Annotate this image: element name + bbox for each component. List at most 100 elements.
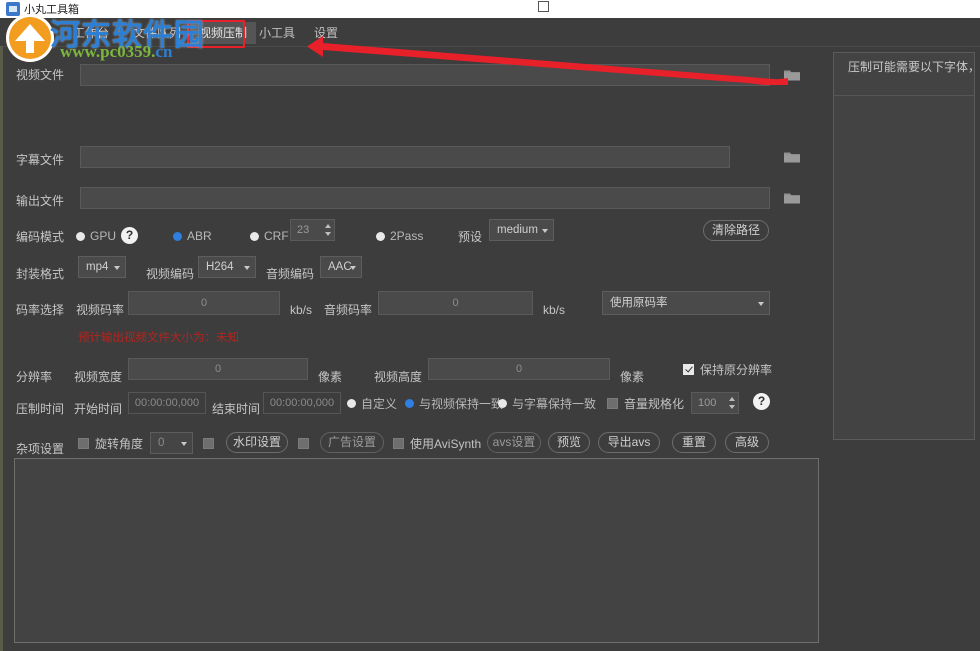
- radio-time-match-subtitle-dot: [498, 398, 507, 408]
- log-output-area[interactable]: [14, 458, 819, 643]
- radio-abr-dot: [173, 231, 182, 241]
- browse-subtitle-file-icon[interactable]: [783, 150, 801, 164]
- video-encoder-dropdown[interactable]: H264: [198, 256, 256, 278]
- maximize-icon[interactable]: [538, 1, 549, 12]
- label-audio-bitrate: 音频码率: [324, 303, 373, 317]
- font-requirement-heading: 压制可能需要以下字体，请: [848, 60, 974, 74]
- tab-tools[interactable]: 小工具: [250, 22, 304, 44]
- reset-button[interactable]: 重置: [672, 432, 716, 453]
- radio-time-match-video-dot: [405, 398, 414, 408]
- ad-box: [298, 437, 309, 449]
- label-subtitle-file: 字幕文件: [16, 153, 65, 167]
- label-bitrate-select: 码率选择: [16, 303, 65, 317]
- ad-settings-button[interactable]: 广告设置: [320, 432, 384, 453]
- tab-video-encode[interactable]: 视频压制: [190, 22, 257, 44]
- label-video-width: 视频宽度: [74, 370, 123, 384]
- tab-file-queue[interactable]: 文件队列: [124, 22, 190, 44]
- label-video-encoder: 视频编码: [146, 267, 195, 281]
- radio-2pass[interactable]: 2Pass: [376, 227, 423, 245]
- app-icon: [6, 2, 20, 16]
- radio-time-match-video[interactable]: 与视频保持一致: [405, 394, 503, 412]
- video-width-input[interactable]: [128, 358, 308, 380]
- container-format-dropdown[interactable]: mp4: [78, 256, 126, 278]
- volume-normalize-box: [607, 397, 618, 409]
- volume-normalize-label: 音量规格化: [624, 396, 685, 411]
- label-start-time: 开始时间: [74, 402, 123, 416]
- audio-encoder-dropdown[interactable]: AAC: [320, 256, 362, 278]
- ad-checkbox[interactable]: [298, 434, 309, 452]
- label-resolution: 分辨率: [16, 370, 53, 384]
- volume-spinner-down-icon[interactable]: [729, 405, 735, 409]
- radio-crf[interactable]: CRF: [250, 227, 289, 245]
- container-format-value: mp4: [86, 261, 109, 273]
- preset-dropdown[interactable]: medium: [489, 219, 554, 241]
- rotate-angle-value: 0: [158, 437, 165, 449]
- radio-gpu[interactable]: GPU: [76, 227, 116, 245]
- bitrate-mode-value: 使用原码率: [610, 297, 668, 309]
- label-height-unit: 像素: [620, 370, 645, 384]
- avisynth-checkbox[interactable]: 使用AviSynth: [393, 434, 481, 452]
- radio-time-custom[interactable]: 自定义: [347, 394, 397, 412]
- keep-original-resolution-checkbox[interactable]: 保持原分辨率: [683, 360, 772, 378]
- radio-gpu-label: GPU: [90, 229, 117, 243]
- audio-encoder-value: AAC: [328, 261, 352, 273]
- video-encode-panel: 视频文件 字幕文件 输出文件 编码模式 GPU ? ABR CRF 23 2Pa…: [0, 46, 828, 651]
- preset-value: medium: [497, 224, 538, 236]
- rotate-angle-checkbox[interactable]: 旋转角度: [78, 434, 143, 452]
- label-video-bitrate: 视频码率: [76, 303, 125, 317]
- watermark-box: [203, 437, 214, 449]
- label-encode-time: 压制时间: [16, 402, 65, 416]
- volume-normalize-spinner[interactable]: 100: [691, 392, 739, 414]
- bitrate-mode-dropdown[interactable]: 使用原码率: [602, 291, 770, 315]
- watermark-checkbox[interactable]: [203, 434, 214, 452]
- browse-output-file-icon[interactable]: [783, 191, 801, 205]
- preview-button[interactable]: 预览: [548, 432, 590, 453]
- video-bitrate-input[interactable]: [128, 291, 280, 315]
- radio-time-match-subtitle[interactable]: 与字幕保持一致: [498, 394, 596, 412]
- watermark-settings-button[interactable]: 水印设置: [226, 432, 288, 453]
- clear-path-button[interactable]: 清除路径: [703, 220, 769, 241]
- export-avs-button[interactable]: 导出avs: [598, 432, 660, 453]
- radio-abr-label: ABR: [187, 229, 212, 243]
- radio-crf-label: CRF: [264, 229, 289, 243]
- radio-time-custom-dot: [347, 398, 356, 408]
- crf-spinner[interactable]: 23: [290, 219, 335, 241]
- volume-normalize-checkbox[interactable]: 音量规格化: [607, 394, 684, 412]
- label-encode-mode: 编码模式: [16, 230, 65, 244]
- radio-time-match-video-label: 与视频保持一致: [419, 396, 504, 411]
- tab-workbench[interactable]: 工作台: [64, 22, 118, 44]
- browse-video-file-icon[interactable]: [783, 68, 801, 82]
- radio-time-match-subtitle-label: 与字幕保持一致: [512, 396, 597, 411]
- tab-settings[interactable]: 设置: [305, 22, 347, 44]
- end-time-input[interactable]: [263, 392, 341, 414]
- crf-spinner-up-icon[interactable]: [325, 224, 331, 228]
- radio-time-custom-label: 自定义: [361, 396, 398, 411]
- label-container-format: 封装格式: [16, 267, 65, 281]
- chevron-down-icon: [758, 302, 764, 306]
- label-misc-settings: 杂项设置: [16, 442, 65, 456]
- encode-mode-help-icon[interactable]: ?: [121, 227, 138, 244]
- chevron-down-icon: [350, 266, 356, 270]
- radio-abr[interactable]: ABR: [173, 227, 212, 245]
- advanced-button[interactable]: 高级: [725, 432, 769, 453]
- video-file-input[interactable]: [80, 64, 770, 86]
- volume-normalize-help-icon[interactable]: ?: [753, 393, 770, 410]
- keep-original-resolution-box: [683, 363, 694, 375]
- rotate-angle-dropdown[interactable]: 0: [150, 432, 193, 454]
- estimated-size-text: 预计输出视频文件大小为：未知: [78, 332, 239, 344]
- chevron-down-icon: [114, 266, 120, 270]
- font-requirement-panel: 压制可能需要以下字体，请: [833, 52, 975, 440]
- label-video-height: 视频高度: [374, 370, 423, 384]
- volume-spinner-up-icon[interactable]: [729, 397, 735, 401]
- chevron-down-icon: [542, 229, 548, 233]
- avs-settings-button[interactable]: avs设置: [487, 432, 541, 453]
- rotate-angle-label: 旋转角度: [95, 436, 144, 451]
- video-height-input[interactable]: [428, 358, 610, 380]
- audio-bitrate-input[interactable]: [378, 291, 533, 315]
- crf-spinner-down-icon[interactable]: [325, 232, 331, 236]
- avisynth-label: 使用AviSynth: [410, 436, 482, 451]
- subtitle-file-input[interactable]: [80, 146, 730, 168]
- output-file-input[interactable]: [80, 187, 770, 209]
- start-time-input[interactable]: [128, 392, 206, 414]
- rotate-angle-box: [78, 437, 89, 449]
